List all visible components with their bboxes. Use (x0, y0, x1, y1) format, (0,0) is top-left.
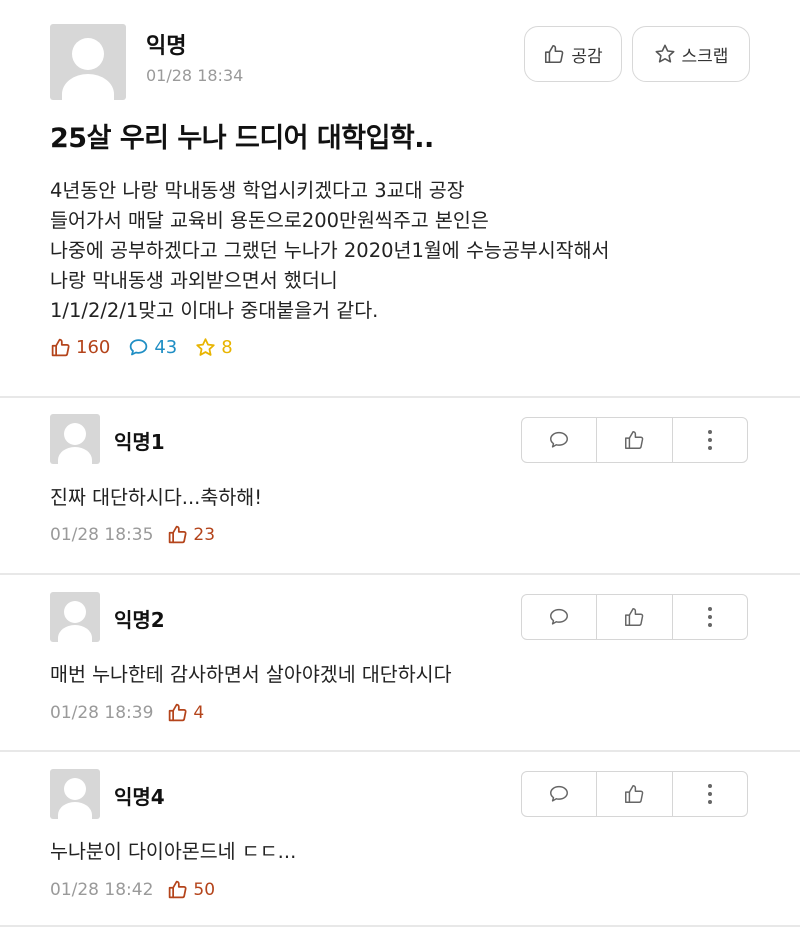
scrap-button[interactable]: 스크랩 (632, 26, 750, 82)
thumbs-up-icon (169, 880, 187, 899)
comment-actions (521, 417, 748, 463)
comment-actions (521, 594, 748, 640)
post-title: 25살 우리 누나 드디어 대학입학.. (50, 123, 434, 154)
comment-meta: 01/28 18:35 23 (50, 524, 215, 545)
post-like-count: 160 (50, 337, 110, 358)
comment-actions (521, 771, 748, 817)
post-body-line: 4년동안 나랑 막내동생 학업시키겠다고 3교대 공장 (50, 179, 465, 202)
comment-avatar (50, 769, 100, 819)
reply-button[interactable] (522, 418, 596, 462)
comment-like-count: 50 (167, 879, 215, 900)
reply-button[interactable] (522, 772, 596, 816)
comment-like-button[interactable] (596, 418, 671, 462)
comment-count-value: 43 (154, 337, 178, 358)
post-author: 익명 (146, 34, 187, 59)
speech-bubble-icon (550, 608, 569, 625)
comment-like-button[interactable] (596, 772, 671, 816)
scrap-label: 스크랩 (681, 46, 729, 67)
speech-bubble-icon (550, 785, 569, 802)
comment-avatar (50, 414, 100, 464)
post-scrap-count: 8 (195, 337, 233, 358)
thumbs-up-icon (169, 703, 187, 722)
comment-divider (0, 573, 800, 575)
comment-divider (0, 750, 800, 752)
scrap-count-value: 8 (221, 337, 233, 358)
comment-text: 누나분이 다이아몬드네 ㄷㄷ... (50, 840, 297, 863)
comment-avatar (50, 592, 100, 642)
comment-like-button[interactable] (596, 595, 671, 639)
comment-meta: 01/28 18:42 50 (50, 879, 215, 900)
vertical-ellipsis-icon (707, 607, 712, 627)
thumbs-up-icon (625, 785, 644, 803)
comment-text: 진짜 대단하시다...축하해! (50, 486, 263, 509)
comment-meta: 01/28 18:39 4 (50, 702, 204, 723)
more-options-button[interactable] (671, 418, 747, 462)
comment-divider (0, 925, 800, 927)
post-comment-count: 43 (128, 337, 177, 358)
speech-bubble-icon (130, 339, 148, 356)
post-body-line: 들어가서 매달 교육비 용돈으로200만원씩주고 본인은 (50, 209, 489, 232)
thumbs-up-icon (169, 525, 187, 544)
post-body: 4년동안 나랑 막내동생 학업시키겠다고 3교대 공장 들어가서 매달 교육비 … (50, 176, 770, 326)
thumbs-up-icon (625, 608, 644, 626)
like-count-value: 23 (193, 524, 216, 545)
more-options-button[interactable] (671, 595, 747, 639)
comment-timestamp: 01/28 18:35 (50, 524, 154, 545)
comment-timestamp: 01/28 18:39 (50, 702, 154, 723)
comment-text: 매번 누나한테 감사하면서 살아야겠네 대단하시다 (50, 663, 452, 686)
star-icon (196, 338, 215, 356)
like-count-value: 50 (193, 879, 216, 900)
post-avatar (50, 24, 126, 100)
post-divider (0, 396, 800, 398)
thumbs-up-icon (545, 44, 564, 64)
empathy-button[interactable]: 공감 (524, 26, 622, 82)
comment-like-count: 4 (167, 702, 204, 723)
reply-button[interactable] (522, 595, 596, 639)
like-count-value: 4 (193, 702, 205, 723)
more-options-button[interactable] (671, 772, 747, 816)
comment-timestamp: 01/28 18:42 (50, 879, 154, 900)
thumbs-up-icon (625, 431, 644, 449)
comment-author: 익명2 (114, 608, 165, 632)
comment-author: 익명4 (114, 785, 165, 809)
like-count-value: 160 (76, 337, 111, 358)
vertical-ellipsis-icon (707, 430, 712, 450)
vertical-ellipsis-icon (707, 784, 712, 804)
post-body-line: 나랑 막내동생 과외받으면서 했더니 (50, 269, 338, 292)
comment-author: 익명1 (114, 430, 165, 454)
thumbs-up-icon (51, 338, 70, 357)
post-body-line: 1/1/2/2/1맞고 이대나 중대붙을거 같다. (50, 299, 379, 322)
post-timestamp: 01/28 18:34 (146, 66, 244, 85)
speech-bubble-icon (550, 431, 569, 448)
comment-like-count: 23 (167, 524, 215, 545)
post-stats: 160 43 8 (50, 337, 251, 358)
empathy-label: 공감 (571, 46, 603, 67)
post-body-line: 나중에 공부하겠다고 그랬던 누나가 2020년1월에 수능공부시작해서 (50, 239, 610, 262)
star-icon (655, 44, 675, 63)
